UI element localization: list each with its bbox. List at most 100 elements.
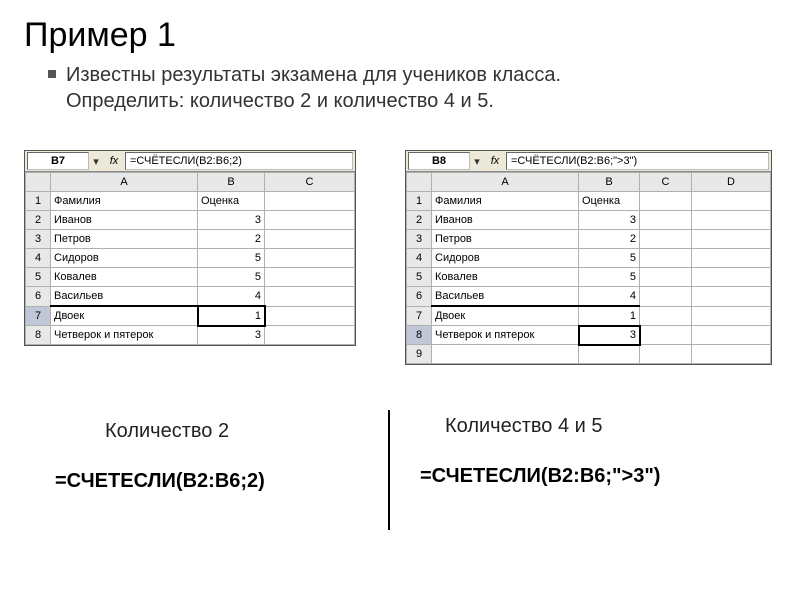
cell[interactable]: 4	[579, 287, 640, 307]
row-header[interactable]: 4	[407, 249, 432, 268]
row-header[interactable]: 1	[26, 192, 51, 211]
cell[interactable]	[640, 306, 692, 326]
cell[interactable]: Сидоров	[51, 249, 198, 268]
grid-left[interactable]: A B C 1ФамилияОценка 2Иванов3 3Петров2 4…	[25, 172, 355, 345]
selected-cell[interactable]: 1	[198, 306, 265, 326]
cell[interactable]	[640, 211, 692, 230]
cell[interactable]	[265, 287, 355, 307]
cell[interactable]	[640, 287, 692, 307]
cell[interactable]	[692, 306, 771, 326]
selected-cell[interactable]: 3	[579, 326, 640, 345]
cell[interactable]: 5	[198, 249, 265, 268]
cell[interactable]	[692, 192, 771, 211]
cell[interactable]: Оценка	[198, 192, 265, 211]
cell[interactable]	[692, 326, 771, 345]
vertical-divider	[388, 410, 390, 530]
cell[interactable]	[640, 192, 692, 211]
row-header[interactable]: 8	[407, 326, 432, 345]
row-header[interactable]: 6	[26, 287, 51, 307]
cell[interactable]	[692, 287, 771, 307]
row-header[interactable]: 4	[26, 249, 51, 268]
cell[interactable]: Оценка	[579, 192, 640, 211]
cell[interactable]	[692, 268, 771, 287]
row-header[interactable]: 3	[407, 230, 432, 249]
cell[interactable]: Петров	[432, 230, 579, 249]
fx-icon[interactable]: fx	[103, 155, 125, 167]
cell[interactable]: Васильев	[51, 287, 198, 307]
dropdown-icon[interactable]: ▾	[470, 155, 484, 168]
col-header-c[interactable]: C	[640, 173, 692, 192]
cell[interactable]: Иванов	[51, 211, 198, 230]
dropdown-icon[interactable]: ▾	[89, 155, 103, 168]
cell[interactable]	[692, 249, 771, 268]
cell[interactable]: Четверок и пятерок	[432, 326, 579, 345]
col-header-a[interactable]: A	[432, 173, 579, 192]
row-header[interactable]: 5	[407, 268, 432, 287]
cell[interactable]	[640, 230, 692, 249]
cell[interactable]	[265, 306, 355, 326]
cell[interactable]: 5	[198, 268, 265, 287]
cell[interactable]: Васильев	[432, 287, 579, 307]
cell[interactable]: 3	[198, 211, 265, 230]
grid-right[interactable]: A B C D 1ФамилияОценка 2Иванов3 3Петров2…	[406, 172, 771, 364]
cell[interactable]	[265, 326, 355, 345]
row-header[interactable]: 2	[407, 211, 432, 230]
formula-input[interactable]: =СЧЁТЕСЛИ(B2:B6;">3")	[506, 152, 769, 170]
cell[interactable]: 3	[198, 326, 265, 345]
caption-left: Количество 2	[105, 420, 229, 443]
cell[interactable]: 2	[198, 230, 265, 249]
row-header[interactable]: 9	[407, 345, 432, 364]
cell[interactable]: Петров	[51, 230, 198, 249]
row-header[interactable]: 6	[407, 287, 432, 307]
name-box[interactable]: B7	[27, 152, 89, 170]
cell[interactable]: Двоек	[432, 306, 579, 326]
cell[interactable]	[265, 249, 355, 268]
cell[interactable]: 5	[579, 268, 640, 287]
cell[interactable]: 5	[579, 249, 640, 268]
cell[interactable]: Фамилия	[51, 192, 198, 211]
col-header-a[interactable]: A	[51, 173, 198, 192]
cell[interactable]: Ковалев	[51, 268, 198, 287]
cell[interactable]: Фамилия	[432, 192, 579, 211]
row-header[interactable]: 5	[26, 268, 51, 287]
cell[interactable]: Четверок и пятерок	[51, 326, 198, 345]
cell[interactable]	[265, 230, 355, 249]
cell[interactable]	[432, 345, 579, 364]
row-header[interactable]: 2	[26, 211, 51, 230]
cell[interactable]: 1	[579, 306, 640, 326]
row-header[interactable]: 8	[26, 326, 51, 345]
row-header[interactable]: 7	[407, 306, 432, 326]
cell[interactable]: Двоек	[51, 306, 198, 326]
corner-header[interactable]	[26, 173, 51, 192]
cell[interactable]: 4	[198, 287, 265, 307]
cell[interactable]	[640, 326, 692, 345]
cell[interactable]: 3	[579, 211, 640, 230]
cell[interactable]: Сидоров	[432, 249, 579, 268]
col-header-c[interactable]: C	[265, 173, 355, 192]
cell[interactable]	[265, 211, 355, 230]
row-header[interactable]: 3	[26, 230, 51, 249]
cell[interactable]	[692, 345, 771, 364]
cell[interactable]	[640, 249, 692, 268]
cell[interactable]	[265, 192, 355, 211]
name-box[interactable]: B8	[408, 152, 470, 170]
row-header[interactable]: 1	[407, 192, 432, 211]
cell[interactable]	[640, 345, 692, 364]
corner-header[interactable]	[407, 173, 432, 192]
spreadsheet-left: B7 ▾ fx =СЧЁТЕСЛИ(B2:B6;2) A B C 1Фамили…	[24, 150, 356, 346]
col-header-b[interactable]: B	[579, 173, 640, 192]
cell[interactable]	[265, 268, 355, 287]
cell[interactable]: Ковалев	[432, 268, 579, 287]
row-header[interactable]: 7	[26, 306, 51, 326]
col-header-d[interactable]: D	[692, 173, 771, 192]
cell[interactable]	[640, 268, 692, 287]
cell[interactable]	[692, 211, 771, 230]
cell[interactable]	[692, 230, 771, 249]
fx-icon[interactable]: fx	[484, 155, 506, 167]
cell[interactable]: Иванов	[432, 211, 579, 230]
cell[interactable]	[579, 345, 640, 364]
formula-input[interactable]: =СЧЁТЕСЛИ(B2:B6;2)	[125, 152, 353, 170]
description-text: Известны результаты экзамена для ученико…	[48, 62, 760, 114]
cell[interactable]: 2	[579, 230, 640, 249]
col-header-b[interactable]: B	[198, 173, 265, 192]
